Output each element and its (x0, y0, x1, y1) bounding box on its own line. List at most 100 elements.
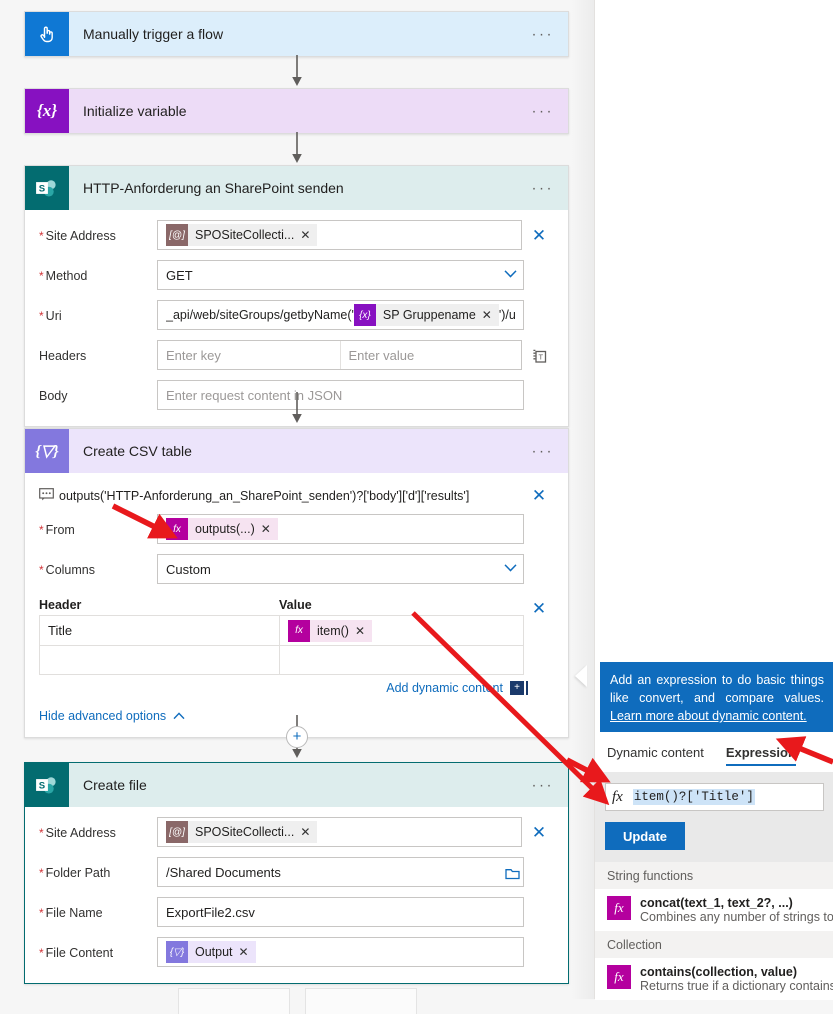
fx-icon: fx (612, 788, 623, 805)
add-dynamic-content-row: Add dynamic content + (39, 681, 528, 695)
card-title: Create file (83, 777, 147, 793)
card-header[interactable]: {x} Initialize variable ··· (25, 89, 568, 133)
token-remove-icon[interactable]: ✕ (260, 522, 278, 536)
function-name: concat(text_1, text_2?, ...) (640, 896, 793, 910)
row-value-input[interactable] (280, 646, 523, 674)
expression-input[interactable]: fx item()?['Title'] (605, 783, 824, 811)
comment-text: outputs('HTTP-Anforderung_an_SharePoint_… (59, 488, 470, 503)
function-item-concat[interactable]: fx concat(text_1, text_2?, ...) Combines… (595, 889, 833, 931)
headers-keyvalue-row: Enter key Enter value (157, 340, 522, 370)
delete-comment-button[interactable]: ✕ (524, 487, 554, 504)
flow-card-http-request[interactable]: S HTTP-Anforderung an SharePoint senden … (24, 165, 569, 427)
function-list: String functions fx concat(text_1, text_… (595, 862, 833, 1000)
advanced-options-toggle[interactable]: Hide advanced options (39, 709, 185, 723)
card-menu-button[interactable]: ··· (532, 778, 555, 793)
bottom-action-button-right[interactable] (305, 988, 417, 1014)
expression-help-callout: Add an expression to do basic things lik… (600, 662, 833, 735)
text-mode-icon[interactable]: T (524, 346, 554, 364)
clear-site-address-button[interactable]: ✕ (524, 824, 554, 841)
fx-icon: fx (607, 965, 631, 989)
header-value-input[interactable]: Enter value (339, 341, 522, 369)
token-site-address[interactable]: [@] SPOSiteCollecti... ✕ (166, 821, 318, 843)
token-remove-icon[interactable]: ✕ (238, 945, 256, 959)
folder-path-input[interactable]: /Shared Documents (157, 857, 524, 887)
field-row-site-address: Site Address [@] SPOSiteCollecti... ✕ ✕ (39, 220, 554, 250)
token-remove-icon[interactable]: ✕ (481, 308, 499, 322)
flow-card-manual-trigger[interactable]: Manually trigger a flow ··· (24, 11, 569, 57)
method-select[interactable]: GET (157, 260, 524, 290)
card-header[interactable]: Manually trigger a flow ··· (25, 12, 568, 56)
token-sp-gruppenname[interactable]: {x} SP Gruppename ✕ (353, 304, 499, 326)
card-header[interactable]: {▽} Create CSV table ··· (25, 429, 568, 473)
panel-tabs: Dynamic content Expression (595, 732, 833, 772)
table-row[interactable]: Title fx item() ✕ (39, 615, 524, 645)
tab-label: Expression (725, 744, 796, 760)
tab-label: Dynamic content (607, 744, 704, 760)
field-label: Columns (39, 562, 157, 577)
row-header-input[interactable] (40, 646, 280, 674)
card-menu-button[interactable]: ··· (532, 27, 555, 42)
table-row[interactable] (39, 645, 524, 675)
card-header[interactable]: S Create file ··· (25, 763, 568, 807)
token-remove-icon[interactable]: ✕ (299, 825, 317, 839)
header-key-input[interactable]: Enter key (158, 341, 340, 369)
columns-select[interactable]: Custom (157, 554, 524, 584)
svg-text:T: T (538, 352, 543, 361)
token-remove-icon[interactable]: ✕ (354, 624, 372, 638)
connector-arrow (290, 132, 304, 165)
token-label: Output (195, 945, 233, 959)
token-csv-output[interactable]: {▽} Output ✕ (166, 941, 256, 963)
tab-dynamic-content[interactable]: Dynamic content (607, 732, 704, 772)
add-step-button[interactable]: + (286, 726, 308, 748)
hand-tap-icon (25, 12, 69, 56)
expression-value: item()?['Title'] (632, 789, 755, 805)
callout-text: Add an expression to do basic things lik… (610, 673, 824, 705)
site-address-input[interactable]: [@] SPOSiteCollecti... ✕ (157, 220, 522, 250)
add-dynamic-content-link[interactable]: Add dynamic content (386, 681, 503, 695)
uri-input[interactable]: _api/web/siteGroups/getbyName(' {x} SP G… (157, 300, 524, 330)
fx-token-icon: fx (288, 619, 310, 642)
token-remove-icon[interactable]: ✕ (299, 228, 317, 242)
field-row-method: Method GET (39, 260, 554, 290)
advanced-options-label: Hide advanced options (39, 709, 167, 723)
flow-card-create-csv-table[interactable]: {▽} Create CSV table ··· outputs('HTTP-A… (24, 428, 569, 738)
field-label: Headers (39, 348, 87, 363)
learn-more-link[interactable]: Learn more about dynamic content. (610, 709, 807, 723)
csv-table-icon: {▽} (25, 429, 69, 473)
card-menu-button[interactable]: ··· (532, 181, 555, 196)
file-name-input[interactable]: ExportFile2.csv (157, 897, 524, 927)
field-label: File Name (39, 905, 157, 920)
uri-prefix-text: _api/web/siteGroups/getbyName(' (166, 308, 354, 322)
clear-site-address-button[interactable]: ✕ (524, 227, 554, 244)
field-label: Site Address (39, 228, 157, 243)
bottom-action-button-left[interactable] (178, 988, 290, 1014)
body-input[interactable]: Enter request content in JSON (157, 380, 524, 410)
flow-card-create-file[interactable]: S Create file ··· Site Address [@] SPOSi… (24, 762, 569, 984)
delete-row-button[interactable]: ✕ (524, 594, 554, 624)
comment-bubble-icon (39, 487, 59, 504)
flow-designer-canvas: Manually trigger a flow ··· {x} Initiali… (0, 0, 594, 1014)
update-button[interactable]: Update (605, 822, 685, 850)
svg-text:S: S (39, 780, 45, 791)
tab-expression[interactable]: Expression (725, 732, 797, 772)
site-address-input[interactable]: [@] SPOSiteCollecti... ✕ (157, 817, 522, 847)
from-input[interactable]: fx outputs(...) ✕ (157, 514, 524, 544)
token-outputs-expression[interactable]: fx outputs(...) ✕ (166, 518, 278, 540)
field-label: Body (39, 388, 68, 403)
token-site-address[interactable]: [@] SPOSiteCollecti... ✕ (166, 224, 318, 246)
card-header[interactable]: S HTTP-Anforderung an SharePoint senden … (25, 166, 568, 210)
flow-card-initialize-variable[interactable]: {x} Initialize variable ··· (24, 88, 569, 134)
row-value-input[interactable]: fx item() ✕ (280, 616, 523, 645)
field-row-folder-path: Folder Path /Shared Documents (39, 857, 554, 887)
expression-editor-area: fx item()?['Title'] Update (595, 772, 833, 862)
file-content-input[interactable]: {▽} Output ✕ (157, 937, 524, 967)
field-label: From (39, 522, 157, 537)
add-dynamic-content-button[interactable]: + (510, 681, 528, 695)
dynamic-content-panel: Add an expression to do basic things lik… (594, 0, 833, 1000)
card-menu-button[interactable]: ··· (532, 104, 555, 119)
function-item-contains[interactable]: fx contains(collection, value) Returns t… (595, 958, 833, 1000)
column-header-label: Header (39, 598, 82, 612)
row-header-input[interactable]: Title (40, 616, 280, 645)
token-item-expression[interactable]: fx item() ✕ (288, 619, 373, 642)
card-menu-button[interactable]: ··· (532, 444, 555, 459)
